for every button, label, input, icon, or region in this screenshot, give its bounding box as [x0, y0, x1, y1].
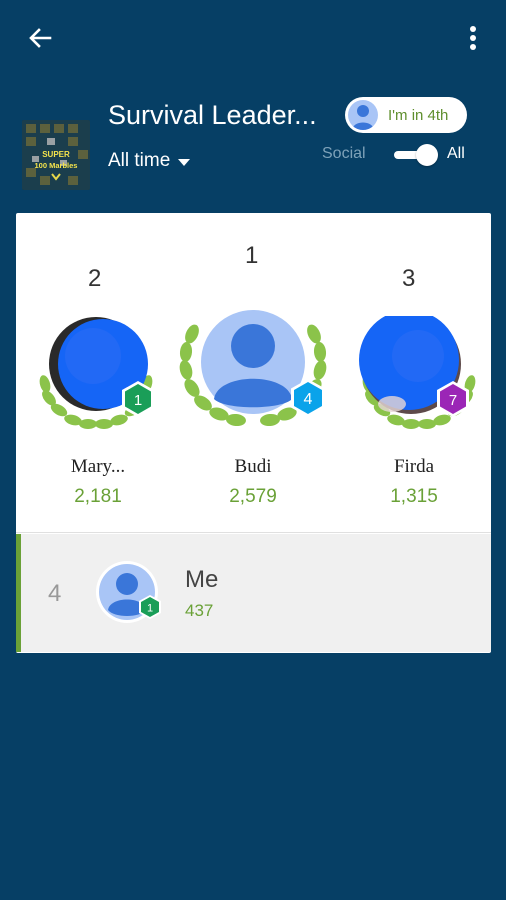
social-filter-label[interactable]: Social	[322, 145, 366, 163]
level-badge-icon: 7	[437, 381, 469, 417]
laurel-avatar	[179, 310, 327, 427]
leaderboard-title: Survival Leader...	[108, 100, 317, 130]
podium-name-2: Mary...	[70, 456, 126, 477]
podium-score-3: 1,315	[390, 486, 438, 507]
game-image-line2: 100 Marbles	[35, 161, 78, 170]
level-badge-icon: 1	[139, 595, 161, 619]
more-options-button[interactable]	[460, 20, 486, 56]
my-score: 437	[185, 601, 214, 620]
my-rank-text: I'm in 4th	[388, 106, 449, 124]
dropdown-arrow-icon	[178, 159, 191, 166]
my-rank-pill[interactable]: I'm in 4th	[345, 97, 467, 133]
podium-name-1: Budi	[234, 456, 272, 477]
avatar	[348, 100, 378, 130]
my-score-row[interactable]	[16, 534, 491, 652]
podium-score-1: 2,579	[229, 486, 277, 507]
all-filter-label[interactable]: All	[447, 145, 465, 163]
back-button[interactable]	[22, 20, 58, 56]
podium-player-1[interactable]: 4	[178, 294, 328, 444]
default-avatar-icon	[352, 105, 374, 130]
timespan-dropdown[interactable]: All time	[108, 150, 191, 172]
my-rank-number: 4	[48, 580, 62, 607]
level-badge-icon: 4	[291, 379, 325, 417]
podium-player-2[interactable]: 1	[33, 316, 159, 446]
level-number: 7	[449, 392, 457, 409]
podium-rank-1: 1	[245, 242, 259, 269]
level-number: 4	[304, 391, 313, 408]
timespan-label: All time	[108, 150, 171, 171]
arrow-back-icon	[29, 28, 52, 48]
podium-score-2: 2,181	[74, 486, 122, 507]
game-image: SUPER 100 Marbles	[22, 120, 90, 190]
level-badge-icon: 1	[122, 381, 154, 417]
divider	[16, 532, 491, 533]
podium-player-3[interactable]: 7	[356, 310, 482, 446]
level-number: 1	[134, 392, 142, 409]
more-vert-icon	[470, 26, 476, 50]
podium-name-3: Firda	[393, 456, 435, 477]
level-number: 1	[147, 603, 153, 615]
game-image-line1: SUPER	[42, 150, 70, 159]
toggle-knob	[416, 144, 438, 166]
my-name: Me	[185, 566, 219, 593]
podium-rank-2: 2	[88, 265, 102, 292]
social-all-toggle[interactable]	[390, 144, 438, 166]
podium-rank-3: 3	[402, 265, 416, 292]
my-avatar: 1	[96, 560, 162, 626]
